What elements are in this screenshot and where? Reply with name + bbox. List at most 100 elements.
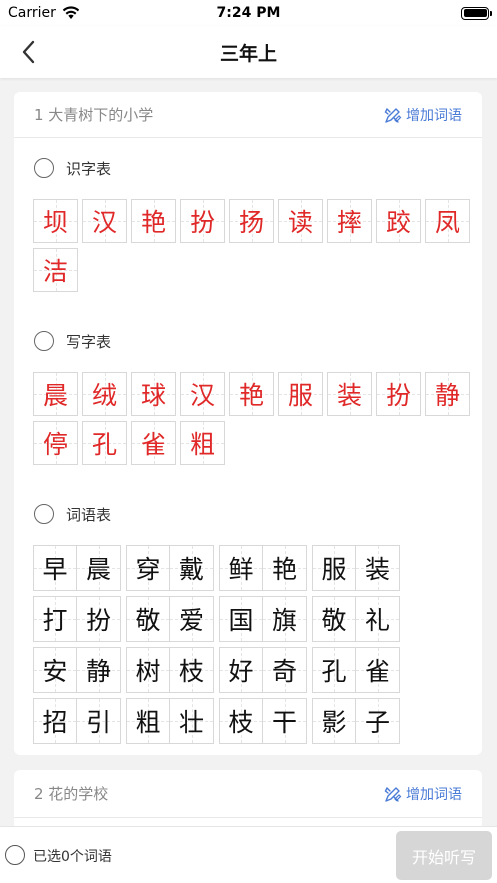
word-char-cell: 安 (34, 648, 77, 692)
char-text: 停 (42, 430, 68, 459)
vocab-word[interactable]: 影子 (312, 698, 400, 744)
char-cell[interactable]: 绒 (82, 372, 127, 416)
vocab-word[interactable]: 招引 (33, 698, 121, 744)
literacy-label: 识字表 (66, 159, 112, 178)
word-char-text: 敬 (135, 606, 161, 635)
writing-select[interactable]: 写字表 (14, 328, 482, 354)
vocab-word[interactable]: 穿戴 (126, 545, 214, 591)
navigation-bar: 三年上 (0, 26, 497, 78)
lesson-header: 2 花的学校 增加词语 (14, 770, 482, 818)
word-char-cell: 枝 (170, 648, 213, 692)
vocab-word[interactable]: 好奇 (219, 647, 307, 693)
char-text: 坝 (42, 208, 68, 237)
char-cell[interactable]: 孔 (82, 421, 127, 465)
vocab-radio[interactable] (34, 504, 54, 524)
add-words-button[interactable]: 增加词语 (384, 784, 462, 804)
word-char-text: 服 (321, 555, 347, 584)
word-char-cell: 晨 (77, 546, 120, 590)
vocab-word[interactable]: 敬礼 (312, 596, 400, 642)
char-text: 读 (287, 208, 313, 237)
char-text: 汉 (91, 208, 117, 237)
word-char-text: 礼 (364, 606, 390, 635)
writing-label: 写字表 (66, 332, 112, 351)
char-cell[interactable]: 汉 (82, 199, 127, 243)
word-char-cell: 孔 (313, 648, 356, 692)
word-char-text: 鲜 (228, 555, 254, 584)
lesson-title: 2 花的学校 (34, 785, 109, 803)
vocab-word[interactable]: 服装 (312, 545, 400, 591)
char-cell[interactable]: 跤 (376, 199, 421, 243)
vocab-word[interactable]: 安静 (33, 647, 121, 693)
char-cell[interactable]: 雀 (131, 421, 176, 465)
word-char-cell: 戴 (170, 546, 213, 590)
add-words-label: 增加词语 (406, 107, 462, 124)
char-text: 艳 (140, 208, 166, 237)
word-char-text: 旗 (271, 606, 297, 635)
char-cell[interactable]: 球 (131, 372, 176, 416)
vocab-section: 词语表 (14, 501, 482, 527)
char-cell[interactable]: 装 (327, 372, 372, 416)
char-cell[interactable]: 扮 (180, 199, 225, 243)
char-cell[interactable]: 艳 (131, 199, 176, 243)
select-all-radio[interactable] (5, 845, 25, 865)
char-cell[interactable]: 汉 (180, 372, 225, 416)
back-button[interactable] (14, 38, 42, 66)
char-cell[interactable]: 晨 (33, 372, 78, 416)
word-char-text: 好 (228, 657, 254, 686)
char-text: 孔 (91, 430, 117, 459)
vocab-word[interactable]: 打扮 (33, 596, 121, 642)
word-char-cell: 引 (77, 699, 120, 743)
char-text: 静 (434, 381, 460, 410)
status-time: 7:24 PM (216, 5, 281, 21)
literacy-radio[interactable] (34, 158, 54, 178)
char-cell[interactable]: 艳 (229, 372, 274, 416)
char-cell[interactable]: 静 (425, 372, 470, 416)
word-char-cell: 旗 (263, 597, 306, 641)
char-cell[interactable]: 扮 (376, 372, 421, 416)
vocab-word[interactable]: 树枝 (126, 647, 214, 693)
char-cell[interactable]: 停 (33, 421, 78, 465)
char-text: 扮 (189, 208, 215, 237)
char-text: 粗 (189, 430, 215, 459)
char-cell[interactable]: 扬 (229, 199, 274, 243)
literacy-select[interactable]: 识字表 (14, 155, 482, 181)
word-char-cell: 装 (356, 546, 399, 590)
vocab-word[interactable]: 鲜艳 (219, 545, 307, 591)
start-dictation-button[interactable]: 开始听写 (396, 831, 492, 880)
char-text: 扮 (385, 381, 411, 410)
vocab-word[interactable]: 国旗 (219, 596, 307, 642)
char-text: 凤 (434, 208, 460, 237)
lesson-card: 2 花的学校 增加词语 (14, 770, 482, 830)
word-char-text: 枝 (228, 708, 254, 737)
word-char-cell: 奇 (263, 648, 306, 692)
char-cell[interactable]: 洁 (33, 248, 78, 292)
vocab-word[interactable]: 粗壮 (126, 698, 214, 744)
word-char-text: 孔 (321, 657, 347, 686)
word-char-text: 干 (271, 708, 297, 737)
vocab-select[interactable]: 词语表 (14, 501, 482, 527)
vocab-word[interactable]: 敬爱 (126, 596, 214, 642)
char-text: 服 (287, 381, 313, 410)
char-cell[interactable]: 读 (278, 199, 323, 243)
vocab-word[interactable]: 枝干 (219, 698, 307, 744)
pencil-ruler-icon (384, 786, 402, 802)
status-bar: Carrier 7:24 PM (0, 0, 497, 26)
word-char-cell: 礼 (356, 597, 399, 641)
char-cell[interactable]: 凤 (425, 199, 470, 243)
add-words-button[interactable]: 增加词语 (384, 105, 462, 125)
writing-section: 写字表 (14, 328, 482, 354)
word-char-cell: 好 (220, 648, 263, 692)
word-char-cell: 影 (313, 699, 356, 743)
char-cell[interactable]: 摔 (327, 199, 372, 243)
chevron-left-icon (22, 40, 35, 64)
word-char-cell: 早 (34, 546, 77, 590)
char-cell[interactable]: 坝 (33, 199, 78, 243)
vocab-word[interactable]: 孔雀 (312, 647, 400, 693)
char-cell[interactable]: 服 (278, 372, 323, 416)
char-cell[interactable]: 粗 (180, 421, 225, 465)
vocab-word[interactable]: 早晨 (33, 545, 121, 591)
word-char-text: 安 (42, 657, 68, 686)
writing-radio[interactable] (34, 331, 54, 351)
word-char-text: 树 (135, 657, 161, 686)
battery-icon (461, 6, 492, 20)
